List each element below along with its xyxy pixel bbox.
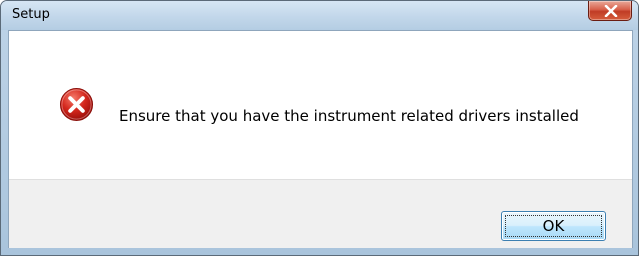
setup-dialog-window: Setup Ensure that you have the instrumen… (0, 0, 639, 256)
ok-button-label: OK (542, 217, 565, 235)
error-message: Ensure that you have the instrument rela… (119, 107, 579, 125)
dialog-client-area: Ensure that you have the instrument rela… (8, 30, 633, 248)
close-icon (604, 5, 618, 17)
close-button[interactable] (588, 1, 632, 21)
ok-button[interactable]: OK (501, 211, 606, 241)
title-bar[interactable]: Setup (1, 1, 638, 30)
error-icon (59, 87, 94, 122)
message-area: Ensure that you have the instrument rela… (9, 31, 632, 179)
button-area: OK (9, 179, 632, 248)
window-title: Setup (12, 7, 50, 22)
